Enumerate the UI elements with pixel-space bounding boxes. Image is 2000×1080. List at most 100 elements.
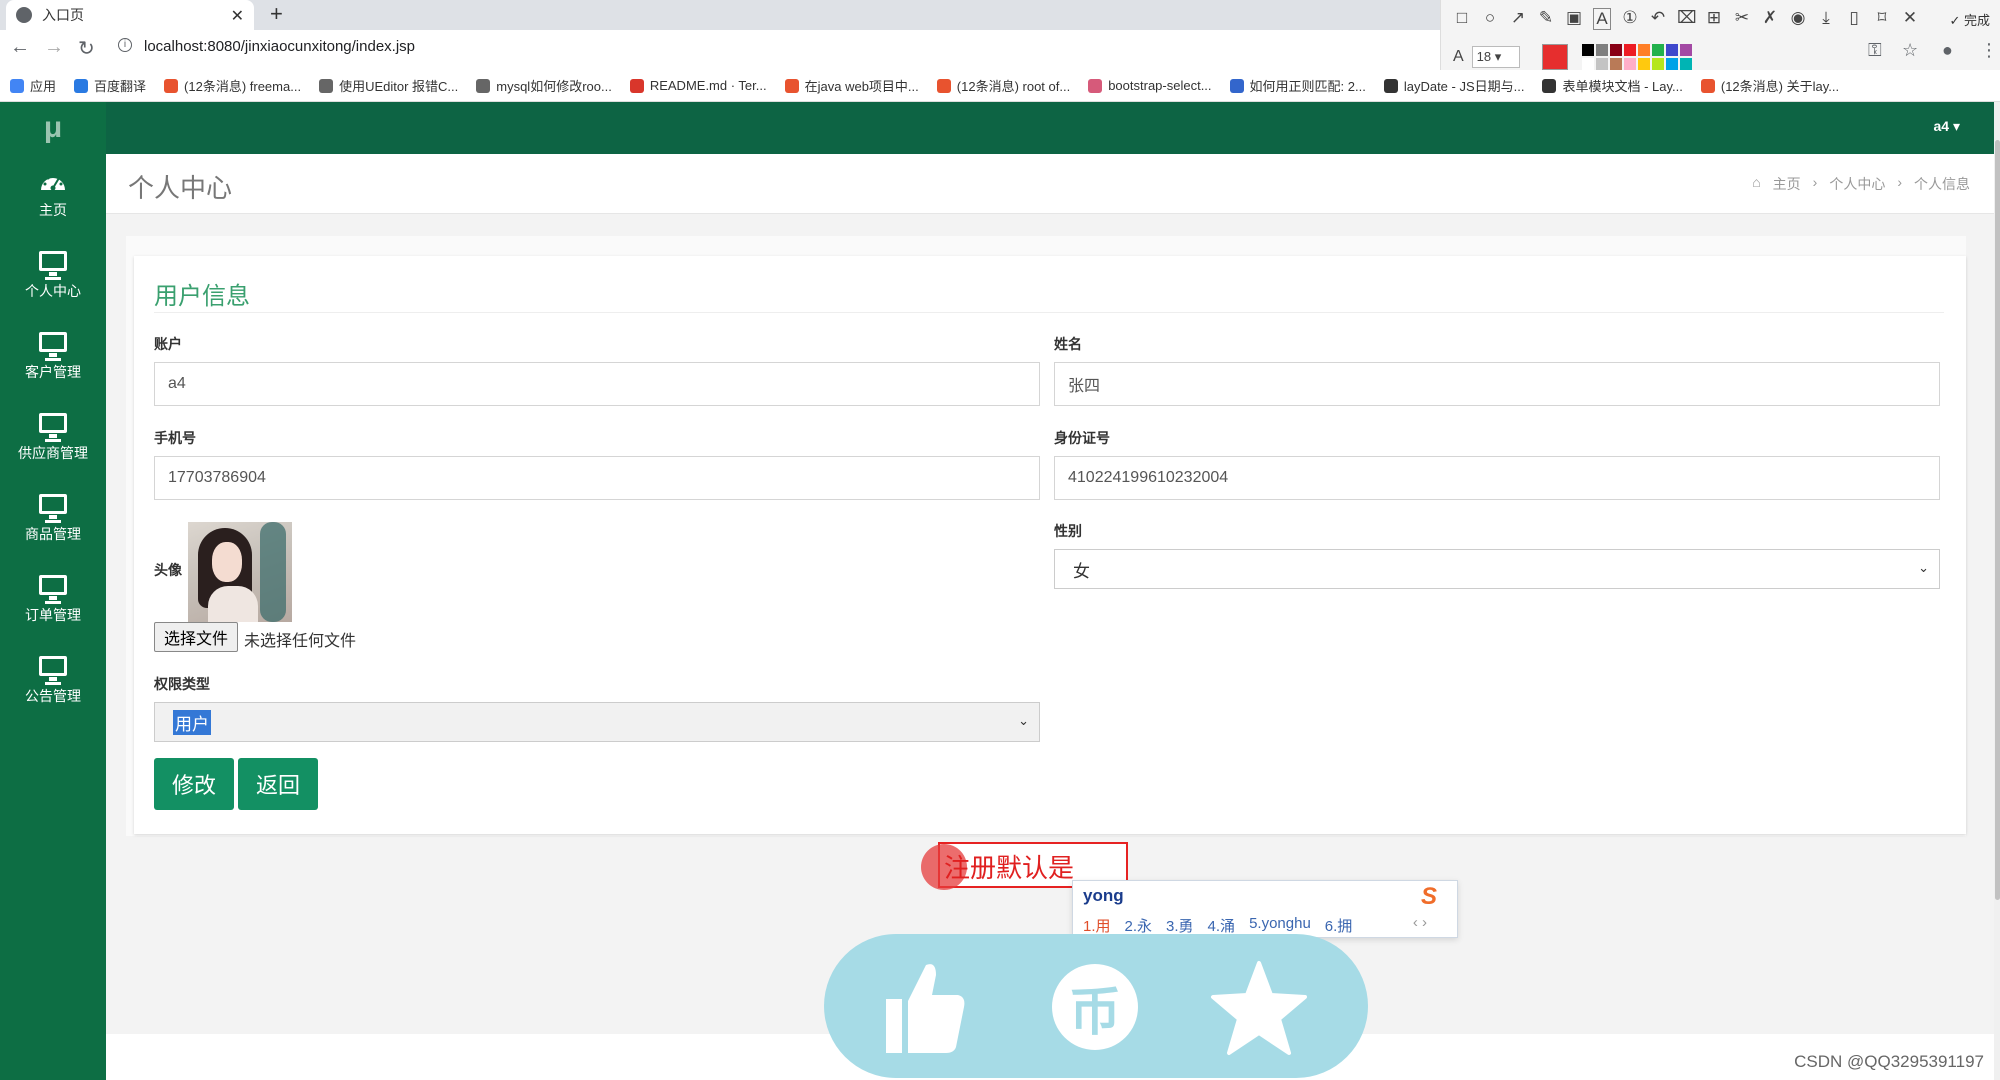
pen-tool-icon[interactable]: ✎ xyxy=(1537,8,1555,30)
star-favorite-icon[interactable] xyxy=(1204,952,1314,1062)
ime-candidate[interactable]: 4.涌 xyxy=(1208,915,1236,936)
sidebar-item[interactable]: 供应商管理 xyxy=(0,397,106,478)
account-input[interactable]: a4 xyxy=(154,362,1040,406)
monitor-icon xyxy=(39,493,67,523)
forward-arrow-icon[interactable]: → xyxy=(44,36,64,59)
translate-icon[interactable]: ⊞ xyxy=(1705,8,1723,30)
annotation-text[interactable]: 注册默认是 xyxy=(944,848,1074,885)
ime-page-arrows-icon[interactable]: ‹ › xyxy=(1413,914,1427,931)
bookmark-item[interactable]: 应用 xyxy=(10,76,56,95)
color-swatch[interactable] xyxy=(1581,44,1594,56)
color-swatch[interactable] xyxy=(1679,44,1692,56)
color-swatch[interactable] xyxy=(1581,58,1594,70)
color-swatch[interactable] xyxy=(1651,44,1664,56)
user-menu[interactable]: a4 ▾ xyxy=(1934,118,1961,135)
gender-select[interactable]: 女 ⌄ xyxy=(1054,549,1940,589)
star-icon[interactable]: ☆ xyxy=(1902,40,1918,61)
avatar-image xyxy=(188,522,292,622)
bookmark-item[interactable]: bootstrap-select... xyxy=(1088,78,1212,93)
bookmark-favicon-icon xyxy=(476,78,491,93)
thumbs-up-icon[interactable] xyxy=(868,952,978,1062)
color-swatch[interactable] xyxy=(1623,44,1636,56)
browser-tab[interactable]: 入口页 ✕ xyxy=(6,0,254,30)
breadcrumb-profile[interactable]: 个人中心 xyxy=(1829,174,1885,194)
bookmark-item[interactable]: mysql如何修改roo... xyxy=(476,76,612,95)
bookmark-item[interactable]: layDate - JS日期与... xyxy=(1383,76,1524,95)
undo-icon[interactable]: ↶ xyxy=(1649,8,1667,30)
new-tab-button[interactable]: + xyxy=(270,1,283,27)
sidebar-item[interactable]: 主页 xyxy=(0,154,106,235)
color-swatch[interactable] xyxy=(1609,44,1622,56)
sidebar-item[interactable]: 客户管理 xyxy=(0,316,106,397)
bookmark-item[interactable]: 如何用正则匹配: 2... xyxy=(1229,76,1366,95)
app-logo[interactable]: μ xyxy=(0,102,106,154)
close-tab-icon[interactable]: ✕ xyxy=(231,6,244,26)
record-icon[interactable]: ◉ xyxy=(1789,8,1807,30)
key-icon[interactable]: ⚿ xyxy=(1868,40,1882,61)
bookmark-item[interactable]: 百度翻译 xyxy=(74,76,146,95)
bookmark-icon[interactable]: ⌑ xyxy=(1873,8,1891,30)
breadcrumb-separator: › xyxy=(1897,174,1902,190)
sidebar-item[interactable]: 订单管理 xyxy=(0,559,106,640)
color-swatch[interactable] xyxy=(1637,58,1650,70)
bookmark-item[interactable]: (12条消息) freema... xyxy=(164,76,301,95)
number-tool-icon[interactable]: ① xyxy=(1621,8,1639,30)
cancel-icon[interactable]: ✕ xyxy=(1901,8,1919,30)
color-swatch[interactable] xyxy=(1637,44,1650,56)
site-info-icon[interactable]: i xyxy=(118,38,132,52)
sidebar-item[interactable]: 公告管理 xyxy=(0,640,106,721)
bookmark-favicon-icon xyxy=(1229,78,1244,93)
font-size-select[interactable]: 18 ▾ xyxy=(1471,46,1520,68)
phone-icon[interactable]: ▯ xyxy=(1845,8,1863,30)
ocr-icon[interactable]: ⌧ xyxy=(1677,8,1697,30)
scrollbar-thumb[interactable] xyxy=(1995,140,2000,900)
color-swatch[interactable] xyxy=(1623,58,1636,70)
menu-dots-icon[interactable]: ⋮ xyxy=(1980,40,1998,61)
bookmark-label: 使用UEditor 报错C... xyxy=(339,79,459,94)
back-button[interactable]: 返回 xyxy=(238,758,318,810)
color-palette[interactable] xyxy=(1581,44,1692,70)
sidebar-item[interactable]: 商品管理 xyxy=(0,478,106,559)
pin-icon[interactable]: ✗ xyxy=(1761,8,1779,30)
back-arrow-icon[interactable]: ← xyxy=(10,36,30,59)
color-swatch[interactable] xyxy=(1665,44,1678,56)
bookmark-item[interactable]: (12条消息) 关于lay... xyxy=(1700,76,1839,95)
submit-button[interactable]: 修改 xyxy=(154,758,234,810)
ime-candidate[interactable]: 1.用 xyxy=(1083,915,1111,936)
coin-icon[interactable]: 币 xyxy=(1040,952,1150,1062)
ime-candidate[interactable]: 3.勇 xyxy=(1166,915,1194,936)
role-select[interactable]: 用户 ⌄ xyxy=(154,702,1040,742)
ime-candidate[interactable]: 6.拥 xyxy=(1325,915,1353,936)
color-swatch[interactable] xyxy=(1665,58,1678,70)
bookmark-item[interactable]: 表单模块文档 - Lay... xyxy=(1542,76,1683,95)
id-number-input[interactable]: 410224199610232004 xyxy=(1054,456,1940,500)
bookmark-item[interactable]: 在java web项目中... xyxy=(784,76,919,95)
rectangle-tool-icon[interactable]: □ xyxy=(1453,8,1471,30)
sidebar-item[interactable]: 个人中心 xyxy=(0,235,106,316)
color-swatch[interactable] xyxy=(1651,58,1664,70)
mosaic-tool-icon[interactable]: ▣ xyxy=(1565,8,1583,30)
profile-icon[interactable]: ● xyxy=(1942,40,1953,61)
ime-candidate[interactable]: 5.yonghu xyxy=(1249,915,1311,936)
choose-file-button[interactable]: 选择文件 xyxy=(154,622,238,652)
bookmark-item[interactable]: 使用UEditor 报错C... xyxy=(319,76,458,95)
url-input[interactable]: localhost:8080/jinxiaocunxitong/index.js… xyxy=(144,38,415,55)
done-button[interactable]: ✓ 完成 xyxy=(1949,10,1990,29)
name-input[interactable]: 张四 xyxy=(1054,362,1940,406)
ellipse-tool-icon[interactable]: ○ xyxy=(1481,8,1499,30)
bookmark-item[interactable]: README.md · Ter... xyxy=(629,78,767,93)
scissors-icon[interactable]: ✂ xyxy=(1733,8,1751,30)
arrow-tool-icon[interactable]: ↗ xyxy=(1509,8,1527,30)
color-swatch[interactable] xyxy=(1595,44,1608,56)
ime-candidate[interactable]: 2.永 xyxy=(1125,915,1153,936)
current-color-swatch[interactable] xyxy=(1541,44,1568,70)
bookmark-item[interactable]: (12条消息) root of... xyxy=(936,76,1070,95)
phone-input[interactable]: 17703786904 xyxy=(154,456,1040,500)
breadcrumb-home[interactable]: 主页 xyxy=(1773,174,1801,194)
color-swatch[interactable] xyxy=(1595,58,1608,70)
color-swatch[interactable] xyxy=(1679,58,1692,70)
reload-icon[interactable]: ↻ xyxy=(78,36,95,61)
download-icon[interactable]: ⤓ xyxy=(1817,8,1835,30)
text-tool-icon[interactable]: A xyxy=(1593,8,1611,30)
color-swatch[interactable] xyxy=(1609,58,1622,70)
